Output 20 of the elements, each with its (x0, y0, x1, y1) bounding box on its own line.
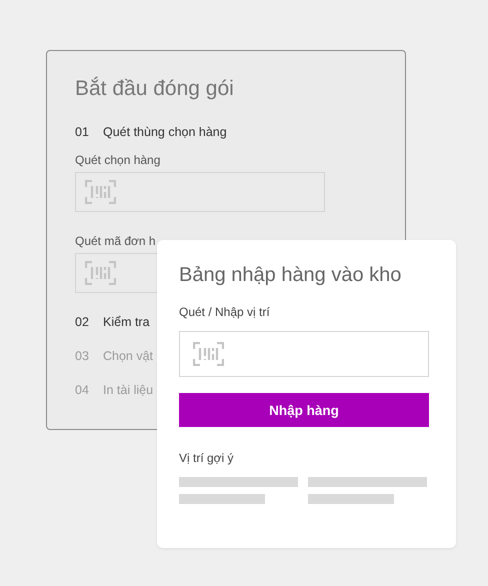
field-label: Quét mã đơn h (75, 234, 157, 248)
barcode-icon (85, 261, 116, 285)
step-label: Chọn vật (103, 349, 154, 363)
step-number: 03 (75, 349, 89, 363)
barcode-icon (193, 342, 224, 366)
card-title: Bắt đầu đóng gói (75, 77, 235, 101)
step-label: Quét thùng chọn hàng (103, 125, 227, 139)
location-field[interactable] (179, 331, 429, 377)
scan-field[interactable] (75, 172, 325, 212)
suggestions-label: Vị trí gợi ý (179, 451, 235, 465)
field-label: Quét / Nhập vị trí (179, 305, 271, 319)
barcode-icon (85, 180, 116, 204)
step-label: In tài liệu (103, 383, 154, 397)
field-label: Quét chọn hàng (75, 153, 162, 167)
inbound-button[interactable]: Nhập hàng (179, 393, 429, 427)
step-number: 02 (75, 315, 89, 329)
panel-title: Bảng nhập hàng vào kho (179, 264, 402, 287)
step-number: 04 (75, 383, 89, 397)
step-label: Kiểm tra (103, 315, 150, 329)
step-number: 01 (75, 125, 89, 139)
